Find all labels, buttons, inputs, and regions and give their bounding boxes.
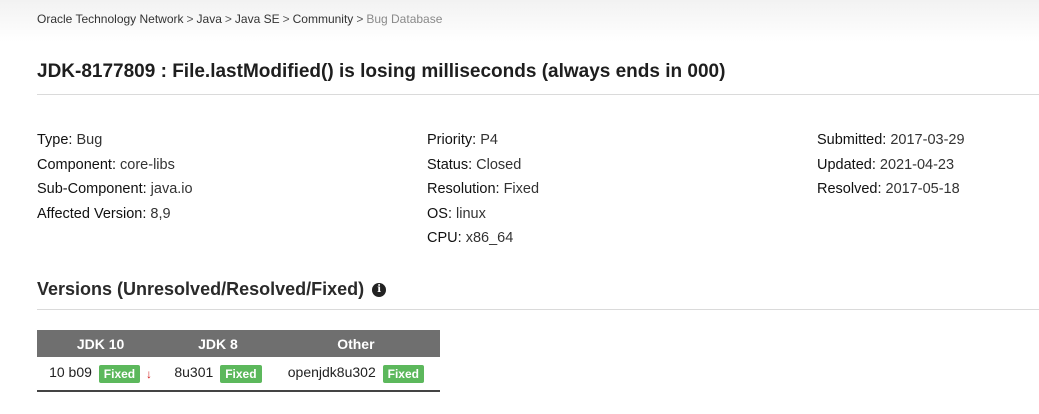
breadcrumb-separator: > <box>186 12 194 26</box>
detail-label: Resolution: <box>427 181 500 197</box>
detail-label: Component: <box>37 156 116 173</box>
version-link[interactable]: openjdk8u302 <box>288 364 376 380</box>
detail-os: OS: linux <box>427 204 539 229</box>
detail-label: Resolved: <box>817 181 882 197</box>
breadcrumb-link-java-se[interactable]: Java SE <box>235 12 280 26</box>
details-column-left: Type: Bug Component: core-libs Sub-Compo… <box>37 130 193 228</box>
page-title: JDK-8177809 : File.lastModified() is los… <box>37 61 726 82</box>
detail-label: Priority: <box>427 132 477 148</box>
version-cell-other: openjdk8u302 Fixed <box>271 357 440 392</box>
detail-value: java.io <box>150 181 193 197</box>
detail-cpu: CPU: x86_64 <box>427 228 539 253</box>
version-cell-jdk10: 10 b09 Fixed ↓ <box>37 357 165 392</box>
detail-value: Fixed <box>503 181 540 197</box>
detail-resolution: Resolution: Fixed <box>427 179 539 204</box>
title-divider <box>37 94 1039 95</box>
detail-value: Closed <box>476 156 522 173</box>
breadcrumb-link-java[interactable]: Java <box>197 12 222 26</box>
versions-section-title: Versions (Unresolved/Resolved/Fixed) i <box>37 279 387 300</box>
details-column-middle: Priority: P4 Status: Closed Resolution: … <box>427 130 539 253</box>
versions-table: JDK 10 JDK 8 Other 10 b09 Fixed ↓ 8u301 … <box>37 330 440 392</box>
column-header-jdk8: JDK 8 <box>164 330 272 357</box>
detail-type: Type: Bug <box>37 130 193 155</box>
version-cell-jdk8: 8u301 Fixed <box>164 357 272 392</box>
top-bar: Oracle Technology Network > Java > Java SE > C… <box>0 0 1039 42</box>
detail-label: Affected Version: <box>37 205 147 222</box>
detail-label: Updated: <box>817 156 876 173</box>
versions-header-row: JDK 10 JDK 8 Other <box>37 330 440 357</box>
version-link[interactable]: 10 b09 <box>49 364 92 380</box>
detail-value: 2017-05-18 <box>885 181 960 197</box>
detail-value: 2021-04-23 <box>879 156 955 173</box>
detail-label: OS: <box>427 205 452 222</box>
detail-priority: Priority: P4 <box>427 130 539 155</box>
detail-updated: Updated: 2021-04-23 <box>817 155 965 180</box>
table-row: 10 b09 Fixed ↓ 8u301 Fixed openjdk8u302 … <box>37 357 440 392</box>
info-circle-icon[interactable]: i <box>372 282 387 297</box>
detail-value: core-libs <box>120 156 175 173</box>
breadcrumb-link-otn[interactable]: Oracle Technology Network <box>37 12 184 26</box>
detail-component: Component: core-libs <box>37 155 193 180</box>
detail-resolved: Resolved: 2017-05-18 <box>817 179 965 204</box>
detail-status: Status: Closed <box>427 155 539 180</box>
detail-value: 8,9 <box>150 205 171 222</box>
detail-label: Submitted: <box>817 132 887 148</box>
breadcrumb-separator: > <box>356 12 364 26</box>
column-header-jdk10: JDK 10 <box>37 330 165 357</box>
detail-submitted: Submitted: 2017-03-29 <box>817 130 965 155</box>
detail-label: Status: <box>427 156 473 173</box>
detail-value: x86_64 <box>465 230 514 246</box>
breadcrumb-link-community[interactable]: Community <box>293 12 354 26</box>
column-header-other: Other <box>271 330 440 357</box>
breadcrumb-separator: > <box>282 12 290 26</box>
version-link[interactable]: 8u301 <box>174 364 213 380</box>
breadcrumb-current: Bug Database <box>366 12 443 26</box>
detail-value: 2017-03-29 <box>890 132 965 148</box>
breadcrumb-separator: > <box>224 12 232 26</box>
detail-label: Sub-Component: <box>37 181 147 197</box>
detail-label: CPU: <box>427 230 462 246</box>
detail-affected-version: Affected Version: 8,9 <box>37 204 193 229</box>
detail-value: P4 <box>480 132 498 148</box>
detail-value: Bug <box>76 132 103 148</box>
detail-label: Type: <box>37 132 73 148</box>
details-column-right: Submitted: 2017-03-29 Updated: 2021-04-2… <box>817 130 965 204</box>
fixed-badge: Fixed <box>220 364 262 383</box>
breadcrumb: Oracle Technology Network > Java > Java SE > C… <box>37 12 442 26</box>
versions-title-text: Versions (Unresolved/Resolved/Fixed) <box>37 279 365 299</box>
fixed-badge: Fixed <box>382 364 424 383</box>
versions-divider <box>37 309 1039 310</box>
backport-arrow-icon[interactable]: ↓ <box>146 367 152 381</box>
detail-sub-component: Sub-Component: java.io <box>37 179 193 204</box>
detail-value: linux <box>456 205 486 222</box>
fixed-badge: Fixed <box>98 364 141 383</box>
